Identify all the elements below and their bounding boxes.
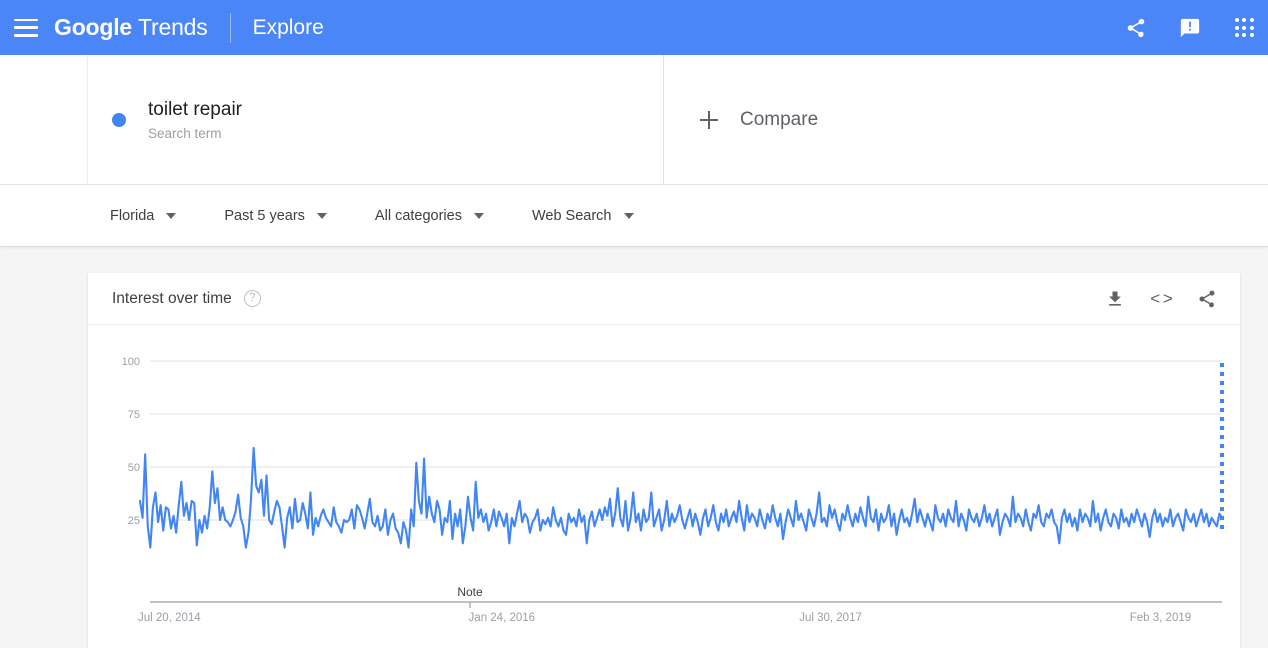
page-body: Interest over time ? < > 100 75 50 25 Note Ju… xyxy=(0,247,1268,648)
hamburger-bar xyxy=(14,34,38,37)
y-axis-tick-label: 100 xyxy=(122,356,140,368)
brand-trends: Trends xyxy=(138,14,208,40)
search-term-card[interactable]: toilet repair Search term xyxy=(88,55,664,184)
add-compare-button[interactable]: Compare xyxy=(664,55,1268,184)
search-term-type: Search term xyxy=(148,126,222,142)
hamburger-bar xyxy=(14,18,38,21)
y-axis-tick-label: 50 xyxy=(128,462,140,474)
header-divider xyxy=(229,12,231,43)
search-term-value: toilet repair xyxy=(148,98,242,120)
query-gutter xyxy=(0,55,88,184)
series-line-toilet-repair[interactable] xyxy=(138,446,1224,549)
embed-code-icon[interactable]: < > xyxy=(1150,288,1173,310)
share-icon[interactable] xyxy=(1122,14,1150,42)
filter-search-type-label: Web Search xyxy=(531,207,612,224)
filter-category-label: All categories xyxy=(374,207,462,224)
google-trends-logo[interactable]: Google Trends xyxy=(54,14,208,41)
x-axis-tick-label: Jan 24, 2016 xyxy=(469,612,536,624)
apps-grid-dots xyxy=(1234,18,1254,37)
query-row: toilet repair Search term Compare xyxy=(0,55,1268,185)
chart-area[interactable]: 100 75 50 25 Note Jul 20, 2014 Jan 24, 2016 Jul… xyxy=(88,325,1240,647)
chevron-down-icon xyxy=(623,212,634,219)
download-icon[interactable] xyxy=(1104,288,1126,310)
filter-search-type[interactable]: Web Search xyxy=(532,208,634,224)
y-axis-tick-label: 75 xyxy=(128,409,140,421)
hamburger-bar xyxy=(14,26,38,29)
card-header: Interest over time ? < > xyxy=(88,273,1240,325)
interest-over-time-card: Interest over time ? < > 100 75 50 25 Note Ju… xyxy=(88,273,1240,648)
x-axis-tick-label: Feb 3, 2019 xyxy=(1130,612,1191,624)
x-axis-tick-label: Jul 20, 2014 xyxy=(138,612,201,624)
card-actions: < > xyxy=(1104,288,1218,310)
chevron-down-icon xyxy=(316,212,327,219)
chart-note-annotation[interactable]: Note xyxy=(457,585,483,599)
page-title: Interest over time xyxy=(112,289,232,307)
brand-google: Google xyxy=(54,14,133,40)
interest-over-time-chart[interactable]: 100 75 50 25 Note Jul 20, 2014 Jan 24, 2016 Jul… xyxy=(88,325,1240,647)
header-actions xyxy=(1122,0,1258,55)
feedback-icon[interactable] xyxy=(1176,14,1204,42)
filter-time-range-label: Past 5 years xyxy=(224,207,305,224)
app-header: Google Trends Explore xyxy=(0,0,1268,55)
help-circle-icon[interactable]: ? xyxy=(243,290,261,307)
series-color-dot xyxy=(112,112,126,127)
y-axis-tick-label: 25 xyxy=(128,515,140,527)
filter-time-range[interactable]: Past 5 years xyxy=(224,208,327,224)
plus-icon xyxy=(700,110,718,129)
compare-label: Compare xyxy=(740,108,819,130)
filter-location[interactable]: Florida xyxy=(110,207,177,224)
chevron-down-icon xyxy=(473,212,484,219)
explore-link[interactable]: Explore xyxy=(253,16,324,40)
x-axis-tick-label: Jul 30, 2017 xyxy=(799,612,862,624)
filter-category[interactable]: All categories xyxy=(375,208,484,224)
share-icon[interactable] xyxy=(1196,288,1218,310)
apps-grid-icon[interactable] xyxy=(1230,14,1258,42)
search-term-texts: toilet repair Search term xyxy=(148,98,242,142)
chevron-down-icon xyxy=(166,212,177,219)
filter-location-label: Florida xyxy=(110,207,155,224)
hamburger-icon[interactable] xyxy=(14,18,38,37)
filter-bar: Florida Past 5 years All categories Web … xyxy=(0,185,1268,247)
